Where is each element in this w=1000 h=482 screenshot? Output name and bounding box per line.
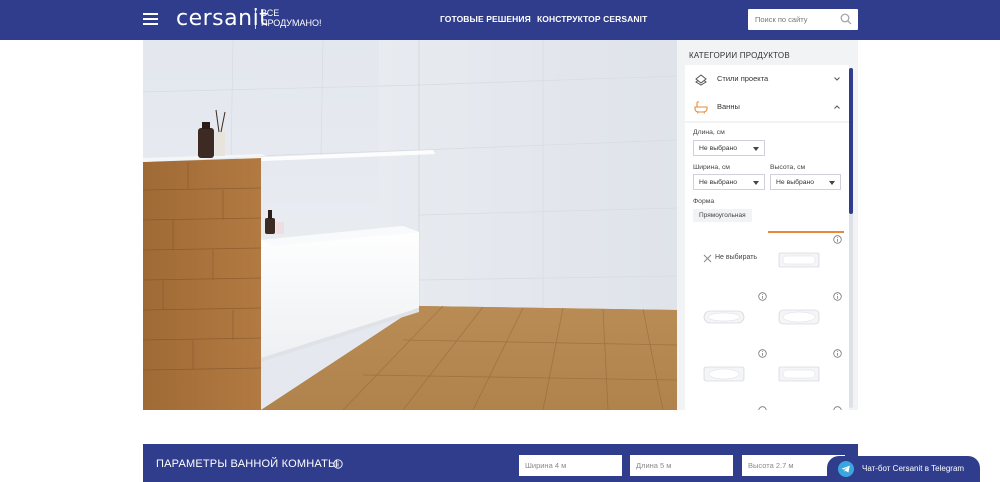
bathtub-thumbnail bbox=[778, 366, 820, 382]
tile-bathtub-5[interactable] bbox=[768, 347, 844, 401]
search-input[interactable] bbox=[748, 9, 838, 30]
search-box bbox=[748, 9, 858, 30]
close-icon bbox=[703, 254, 712, 263]
tile-bathtub-2[interactable] bbox=[693, 290, 769, 344]
slogan: ВСЕ ПРОДУМАНО! bbox=[261, 8, 322, 28]
category-styles-label: Стили проекта bbox=[717, 74, 769, 83]
tile-none[interactable]: Не выбирать bbox=[693, 232, 769, 286]
panel-scrollbar-thumb[interactable] bbox=[849, 68, 853, 214]
info-icon[interactable] bbox=[833, 349, 842, 358]
bathtub-thumbnail bbox=[778, 252, 820, 268]
category-bathtubs-label: Ванны bbox=[717, 102, 740, 111]
info-icon[interactable] bbox=[833, 235, 842, 244]
height-select[interactable]: Не выбрано bbox=[770, 174, 841, 190]
room-width-input[interactable] bbox=[519, 455, 622, 476]
bathroom-3d-view[interactable] bbox=[143, 40, 677, 410]
bathtub-icon bbox=[694, 101, 708, 114]
styles-icon bbox=[695, 74, 707, 86]
height-label: Высота, см bbox=[770, 164, 806, 171]
width-select[interactable]: Не выбрано bbox=[693, 174, 765, 190]
tile-bathtub-6[interactable] bbox=[693, 404, 769, 410]
category-bathtubs[interactable]: Ванны bbox=[685, 93, 849, 121]
app-root: cersanit ВСЕ ПРОДУМАНО! ГОТОВЫЕ РЕШЕНИЯ … bbox=[0, 0, 1000, 482]
chevron-down-icon bbox=[834, 77, 840, 81]
nav-constructor[interactable]: КОНСТРУКТОР CERSANIT bbox=[537, 14, 647, 24]
search-icon[interactable] bbox=[840, 13, 852, 25]
telegram-chat-button[interactable]: Чат-бот Cersanit в Telegram bbox=[827, 456, 980, 482]
logo-divider bbox=[255, 9, 256, 29]
nav-ready-solutions[interactable]: ГОТОВЫЕ РЕШЕНИЯ bbox=[440, 14, 531, 24]
tile-bathtub-7[interactable] bbox=[768, 404, 844, 410]
bathtub-thumbnail bbox=[703, 310, 745, 324]
telegram-icon bbox=[838, 461, 854, 477]
slogan-line-2: ПРОДУМАНО! bbox=[261, 18, 322, 28]
tile-bathtub-1[interactable] bbox=[768, 231, 844, 285]
info-icon[interactable] bbox=[333, 459, 343, 469]
tile-bathtub-3[interactable] bbox=[768, 290, 844, 344]
panel-title: КАТЕГОРИИ ПРОДУКТОВ bbox=[689, 51, 790, 60]
length-select[interactable]: Не выбрано bbox=[693, 140, 765, 156]
panel-scrollbar[interactable] bbox=[849, 68, 853, 408]
length-select-value: Не выбрано bbox=[699, 145, 738, 152]
info-icon[interactable] bbox=[758, 292, 767, 301]
room-params-bar: ПАРАМЕТРЫ ВАННОЙ КОМНАТЫ bbox=[143, 444, 858, 482]
bathtub-thumbnail bbox=[703, 366, 745, 382]
info-icon[interactable] bbox=[833, 292, 842, 301]
telegram-chat-label: Чат-бот Cersanit в Telegram bbox=[862, 464, 965, 473]
width-label: Ширина, см bbox=[693, 164, 730, 171]
caret-down-icon bbox=[753, 147, 759, 151]
length-label: Длина, см bbox=[693, 129, 725, 136]
shape-chip-rectangular[interactable]: Прямоугольная bbox=[693, 209, 752, 222]
height-select-value: Не выбрано bbox=[776, 179, 815, 186]
tile-none-label: Не выбирать bbox=[715, 254, 758, 261]
bathtub-thumbnail bbox=[778, 309, 820, 325]
shape-label: Форма bbox=[693, 198, 715, 205]
site-header: cersanit ВСЕ ПРОДУМАНО! ГОТОВЫЕ РЕШЕНИЯ … bbox=[0, 0, 1000, 40]
room-params-title: ПАРАМЕТРЫ ВАННОЙ КОМНАТЫ bbox=[156, 458, 338, 470]
info-icon[interactable] bbox=[833, 406, 842, 410]
category-styles[interactable]: Стили проекта bbox=[685, 65, 849, 93]
tile-bathtub-4[interactable] bbox=[693, 347, 769, 401]
info-icon[interactable] bbox=[758, 349, 767, 358]
chevron-up-icon bbox=[834, 105, 840, 109]
slogan-line-1: ВСЕ bbox=[261, 8, 280, 18]
width-select-value: Не выбрано bbox=[699, 179, 738, 186]
menu-burger-icon[interactable] bbox=[143, 13, 158, 25]
caret-down-icon bbox=[753, 181, 759, 185]
bathroom-render bbox=[143, 40, 677, 410]
room-length-input[interactable] bbox=[630, 455, 733, 476]
info-icon[interactable] bbox=[758, 406, 767, 410]
product-categories-panel: КАТЕГОРИИ ПРОДУКТОВ Стили проекта Ванны bbox=[677, 40, 858, 410]
caret-down-icon bbox=[829, 181, 835, 185]
